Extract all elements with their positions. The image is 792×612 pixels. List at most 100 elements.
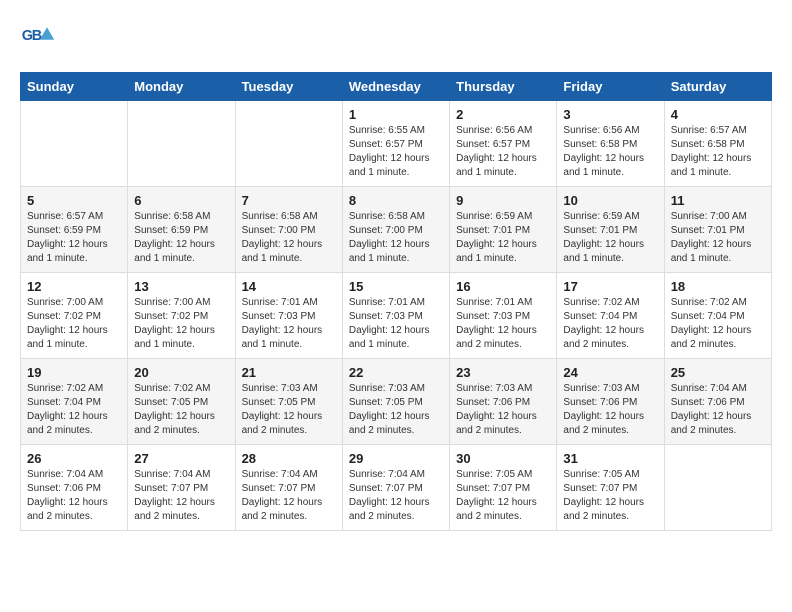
day-info: Sunrise: 7:04 AM Sunset: 7:06 PM Dayligh… <box>671 382 765 438</box>
day-number: 5 <box>27 193 121 208</box>
calendar-cell: 19Sunrise: 7:02 AM Sunset: 7:04 PM Dayli… <box>21 359 128 445</box>
calendar-cell: 4 Sunrise: 6:57 AM Sunset: 6:58 PM Daylig… <box>664 101 771 187</box>
calendar-cell: 2Sunrise: 6:56 AM Sunset: 6:57 PM Daylig… <box>450 101 557 187</box>
day-number: 31 <box>563 451 657 466</box>
day-number: 18 <box>671 279 765 294</box>
calendar-cell: 7 Sunrise: 6:58 AM Sunset: 7:00 PM Daylig… <box>235 187 342 273</box>
calendar-cell: 13 Sunrise: 7:00 AM Sunset: 7:02 PM Dayli… <box>128 273 235 359</box>
day-info: Sunrise: 7:01 AM Sunset: 7:03 PM Dayligh… <box>349 296 443 352</box>
day-info: Sunrise: 6:57 AM Sunset: 6:58 PM Dayligh… <box>671 124 765 180</box>
calendar-cell: 30 Sunrise: 7:05 AM Sunset: 7:07 PM Dayli… <box>450 445 557 531</box>
calendar-cell: 6 Sunrise: 6:58 AM Sunset: 6:59 PM Daylig… <box>128 187 235 273</box>
day-number: 8 <box>349 193 443 208</box>
day-info: Sunrise: 7:04 AM Sunset: 7:06 PM Dayligh… <box>27 468 121 524</box>
day-info: Sunrise: 7:00 AM Sunset: 7:02 PM Dayligh… <box>27 296 121 352</box>
day-info: Sunrise: 6:55 AM Sunset: 6:57 PM Dayligh… <box>349 124 443 180</box>
day-number: 21 <box>242 365 336 380</box>
day-number: 4 <box>671 107 765 122</box>
svg-text:B: B <box>32 28 42 44</box>
weekday-header-row: SundayMondayTuesdayWednesdayThursdayFrid… <box>21 73 772 101</box>
day-number: 25 <box>671 365 765 380</box>
page-header: G B <box>20 20 772 56</box>
calendar-cell: 10Sunrise: 6:59 AM Sunset: 7:01 PM Dayli… <box>557 187 664 273</box>
day-info: Sunrise: 7:05 AM Sunset: 7:07 PM Dayligh… <box>456 468 550 524</box>
calendar-cell: 18 Sunrise: 7:02 AM Sunset: 7:04 PM Dayli… <box>664 273 771 359</box>
calendar-cell <box>235 101 342 187</box>
day-number: 20 <box>134 365 228 380</box>
weekday-header-sunday: Sunday <box>21 73 128 101</box>
weekday-header-thursday: Thursday <box>450 73 557 101</box>
day-number: 23 <box>456 365 550 380</box>
day-info: Sunrise: 7:00 AM Sunset: 7:02 PM Dayligh… <box>134 296 228 352</box>
day-info: Sunrise: 7:01 AM Sunset: 7:03 PM Dayligh… <box>456 296 550 352</box>
calendar-cell: 15 Sunrise: 7:01 AM Sunset: 7:03 PM Dayli… <box>342 273 449 359</box>
calendar-week-row: 12 Sunrise: 7:00 AM Sunset: 7:02 PM Dayli… <box>21 273 772 359</box>
calendar-cell <box>664 445 771 531</box>
day-number: 24 <box>563 365 657 380</box>
day-info: Sunrise: 6:57 AM Sunset: 6:59 PM Dayligh… <box>27 210 121 266</box>
calendar-cell: 16 Sunrise: 7:01 AM Sunset: 7:03 PM Dayli… <box>450 273 557 359</box>
day-info: Sunrise: 6:58 AM Sunset: 6:59 PM Dayligh… <box>134 210 228 266</box>
calendar-cell: 31 Sunrise: 7:05 AM Sunset: 7:07 PM Dayli… <box>557 445 664 531</box>
calendar-cell: 20 Sunrise: 7:02 AM Sunset: 7:05 PM Dayli… <box>128 359 235 445</box>
day-info: Sunrise: 7:03 AM Sunset: 7:05 PM Dayligh… <box>242 382 336 438</box>
day-info: Sunrise: 6:56 AM Sunset: 6:58 PM Dayligh… <box>563 124 657 180</box>
calendar-cell: 17 Sunrise: 7:02 AM Sunset: 7:04 PM Dayli… <box>557 273 664 359</box>
calendar-cell: 22 Sunrise: 7:03 AM Sunset: 7:05 PM Dayli… <box>342 359 449 445</box>
day-info: Sunrise: 7:01 AM Sunset: 7:03 PM Dayligh… <box>242 296 336 352</box>
weekday-header-friday: Friday <box>557 73 664 101</box>
calendar-cell: 28 Sunrise: 7:04 AM Sunset: 7:07 PM Dayli… <box>235 445 342 531</box>
day-number: 1 <box>349 107 443 122</box>
day-number: 6 <box>134 193 228 208</box>
day-number: 26 <box>27 451 121 466</box>
day-number: 22 <box>349 365 443 380</box>
day-info: Sunrise: 7:04 AM Sunset: 7:07 PM Dayligh… <box>242 468 336 524</box>
day-info: Sunrise: 6:58 AM Sunset: 7:00 PM Dayligh… <box>242 210 336 266</box>
day-number: 30 <box>456 451 550 466</box>
day-info: Sunrise: 7:05 AM Sunset: 7:07 PM Dayligh… <box>563 468 657 524</box>
calendar-cell <box>21 101 128 187</box>
calendar-week-row: 26 Sunrise: 7:04 AM Sunset: 7:06 PM Dayli… <box>21 445 772 531</box>
day-info: Sunrise: 7:03 AM Sunset: 7:05 PM Dayligh… <box>349 382 443 438</box>
calendar-week-row: 19Sunrise: 7:02 AM Sunset: 7:04 PM Dayli… <box>21 359 772 445</box>
calendar-cell: 27Sunrise: 7:04 AM Sunset: 7:07 PM Dayli… <box>128 445 235 531</box>
day-number: 15 <box>349 279 443 294</box>
day-number: 28 <box>242 451 336 466</box>
day-number: 9 <box>456 193 550 208</box>
weekday-header-saturday: Saturday <box>664 73 771 101</box>
day-info: Sunrise: 7:03 AM Sunset: 7:06 PM Dayligh… <box>456 382 550 438</box>
calendar-cell: 3Sunrise: 6:56 AM Sunset: 6:58 PM Daylig… <box>557 101 664 187</box>
day-number: 13 <box>134 279 228 294</box>
weekday-header-wednesday: Wednesday <box>342 73 449 101</box>
calendar-cell: 23 Sunrise: 7:03 AM Sunset: 7:06 PM Dayli… <box>450 359 557 445</box>
calendar-cell: 24 Sunrise: 7:03 AM Sunset: 7:06 PM Dayli… <box>557 359 664 445</box>
calendar-cell <box>128 101 235 187</box>
day-info: Sunrise: 7:03 AM Sunset: 7:06 PM Dayligh… <box>563 382 657 438</box>
day-info: Sunrise: 7:02 AM Sunset: 7:05 PM Dayligh… <box>134 382 228 438</box>
logo: G B <box>20 20 60 56</box>
calendar-table: SundayMondayTuesdayWednesdayThursdayFrid… <box>20 72 772 531</box>
day-info: Sunrise: 6:56 AM Sunset: 6:57 PM Dayligh… <box>456 124 550 180</box>
calendar-cell: 29Sunrise: 7:04 AM Sunset: 7:07 PM Dayli… <box>342 445 449 531</box>
day-number: 12 <box>27 279 121 294</box>
calendar-cell: 25 Sunrise: 7:04 AM Sunset: 7:06 PM Dayli… <box>664 359 771 445</box>
day-number: 16 <box>456 279 550 294</box>
calendar-cell: 9 Sunrise: 6:59 AM Sunset: 7:01 PM Daylig… <box>450 187 557 273</box>
day-info: Sunrise: 6:59 AM Sunset: 7:01 PM Dayligh… <box>456 210 550 266</box>
day-number: 19 <box>27 365 121 380</box>
day-number: 29 <box>349 451 443 466</box>
day-info: Sunrise: 7:02 AM Sunset: 7:04 PM Dayligh… <box>563 296 657 352</box>
day-number: 17 <box>563 279 657 294</box>
day-number: 14 <box>242 279 336 294</box>
weekday-header-tuesday: Tuesday <box>235 73 342 101</box>
day-number: 7 <box>242 193 336 208</box>
calendar-cell: 21 Sunrise: 7:03 AM Sunset: 7:05 PM Dayli… <box>235 359 342 445</box>
day-info: Sunrise: 7:00 AM Sunset: 7:01 PM Dayligh… <box>671 210 765 266</box>
calendar-week-row: 1 Sunrise: 6:55 AM Sunset: 6:57 PM Daylig… <box>21 101 772 187</box>
day-info: Sunrise: 7:02 AM Sunset: 7:04 PM Dayligh… <box>671 296 765 352</box>
weekday-header-monday: Monday <box>128 73 235 101</box>
day-info: Sunrise: 7:04 AM Sunset: 7:07 PM Dayligh… <box>134 468 228 524</box>
calendar-cell: 5 Sunrise: 6:57 AM Sunset: 6:59 PM Daylig… <box>21 187 128 273</box>
calendar-week-row: 5 Sunrise: 6:57 AM Sunset: 6:59 PM Daylig… <box>21 187 772 273</box>
calendar-cell: 12 Sunrise: 7:00 AM Sunset: 7:02 PM Dayli… <box>21 273 128 359</box>
